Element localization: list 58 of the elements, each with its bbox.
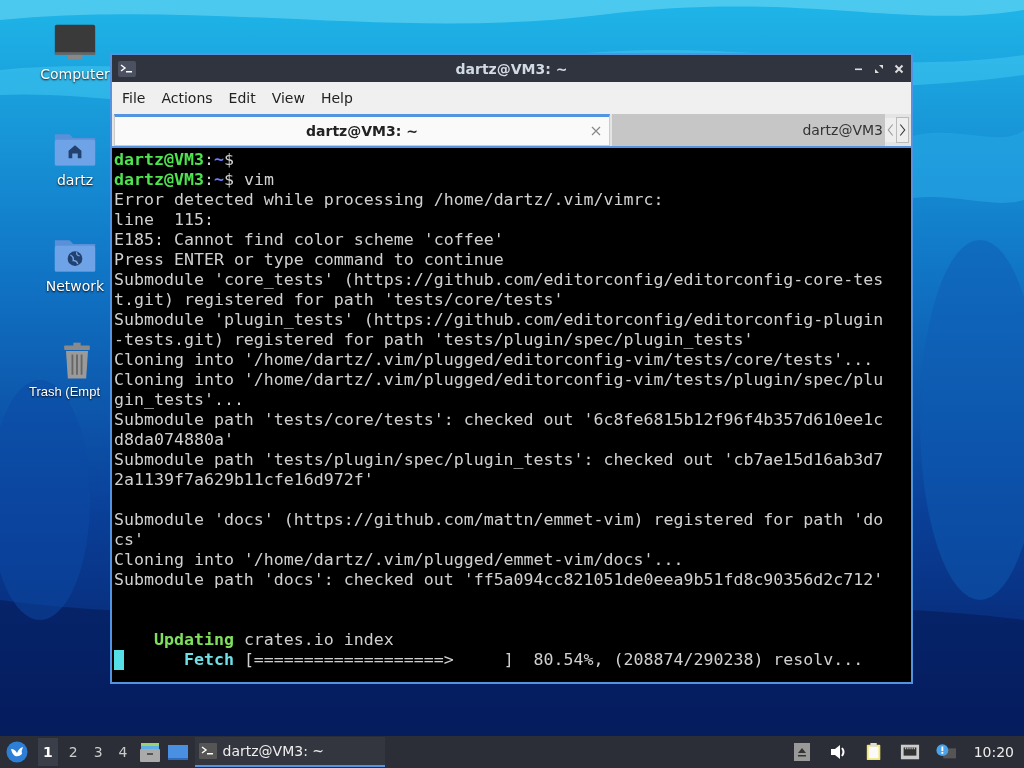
terminal-text: crates.io index <box>242 630 394 650</box>
icon-label[interactable]: Trash (Empt <box>29 384 101 399</box>
terminal-line: E185: Cannot find color scheme 'coffee' <box>114 230 505 250</box>
terminal-text: : <box>203 170 214 190</box>
terminal-line: gin_tests'... <box>114 390 245 410</box>
terminal-line: line 115: <box>114 210 215 230</box>
terminal-line: -tests.git) registered for path 'tests/plugin/spec/plugin_tests' <box>114 330 755 350</box>
workspace-button[interactable]: 3 <box>88 738 108 766</box>
terminal-text: $ vim <box>223 170 274 190</box>
tab[interactable]: dartz@VM3 <box>612 114 885 146</box>
eject-icon[interactable] <box>791 743 812 761</box>
terminal-line: 2a1139f7a629b11cfe16d972f' <box>114 470 375 490</box>
menu-item[interactable]: Edit <box>221 88 263 108</box>
workspace-button[interactable]: 2 <box>63 738 83 766</box>
notification-icon[interactable] <box>935 743 956 761</box>
terminal-line: Submodule 'plugin_tests' (https://github.com/editorconfig/editorconfig-plugin <box>114 310 885 330</box>
terminal-line: Submodule 'docs' (https://github.com/mattn/emmet-vim) registered for path 'do <box>114 510 885 530</box>
menu-item[interactable]: Help <box>313 88 360 108</box>
prompt-user: dartz@VM3 <box>114 150 204 170</box>
terminal-line: Submodule path 'tests/core/tests': checked out '6c8fe6815b12f96f4b357d610ee1c <box>114 410 885 430</box>
clock[interactable]: 10:20 <box>973 744 1014 760</box>
prompt-user: dartz@VM3 <box>114 170 204 190</box>
menu-item[interactable]: Actions <box>154 88 220 108</box>
task-button[interactable]: dartz@VM3: ~ <box>194 737 385 767</box>
terminal-icon <box>198 743 217 759</box>
terminal-text: : <box>203 150 214 170</box>
network-icon[interactable] <box>899 743 920 761</box>
icon-label[interactable]: Network <box>45 278 105 294</box>
menu-item[interactable]: File <box>115 88 153 108</box>
workspace-button[interactable]: 4 <box>113 738 133 766</box>
terminal-line: Submodule path 'docs': checked out 'ff5a094cc821051de0eea9b51fd8c90356d2c712' <box>114 570 885 590</box>
tab[interactable]: dartz@VM3: ~ <box>114 114 610 146</box>
window-title: dartz@VM3: ~ <box>455 60 568 77</box>
terminal-line: Cloning into '/home/dartz/.vim/plugged/emmet-vim/docs'... <box>114 550 685 570</box>
terminal-text: $ <box>223 150 234 170</box>
terminal-line: Cloning into '/home/dartz/.vim/plugged/editorconfig-vim/tests/core/tests'... <box>114 350 875 370</box>
prompt-path: ~ <box>213 150 224 170</box>
terminal-line: Submodule path 'tests/plugin/spec/plugin_tests': checked out 'cb7ae15d16ab3d7 <box>114 450 885 470</box>
terminal-line: t.git) registered for path 'tests/core/tests' <box>114 290 565 310</box>
terminal-line: Press ENTER or type command to continue <box>114 250 505 270</box>
file-cabinet-icon[interactable] <box>138 741 161 763</box>
terminal-line: cs' <box>114 530 145 550</box>
scroll-right-icon[interactable] <box>896 117 909 143</box>
terminal-text: [===================> ] 80.54%, (208874/290238) resolv... <box>242 650 864 670</box>
start-menu-icon[interactable] <box>6 741 28 763</box>
close-icon[interactable] <box>893 62 905 75</box>
prompt-path: ~ <box>213 170 224 190</box>
status-label: Updating <box>153 630 234 650</box>
menu-item[interactable]: View <box>264 88 312 108</box>
workspace-button[interactable]: 1 <box>38 738 58 766</box>
terminal-line: Error detected while processing /home/dartz/.vim/vimrc: <box>114 190 665 210</box>
terminal-line: Cloning into '/home/dartz/.vim/plugged/editorconfig-vim/tests/plugin/spec/plu <box>114 370 885 390</box>
terminal-line: Submodule 'core_tests' (https://github.com/editorconfig/editorconfig-core-tes <box>114 270 885 290</box>
icon-label[interactable]: dartz <box>56 172 94 188</box>
terminal-icon <box>118 60 136 77</box>
maximize-icon[interactable] <box>873 62 885 75</box>
terminal-line: d8da074880a' <box>114 430 235 450</box>
status-label: Fetch <box>183 650 234 670</box>
